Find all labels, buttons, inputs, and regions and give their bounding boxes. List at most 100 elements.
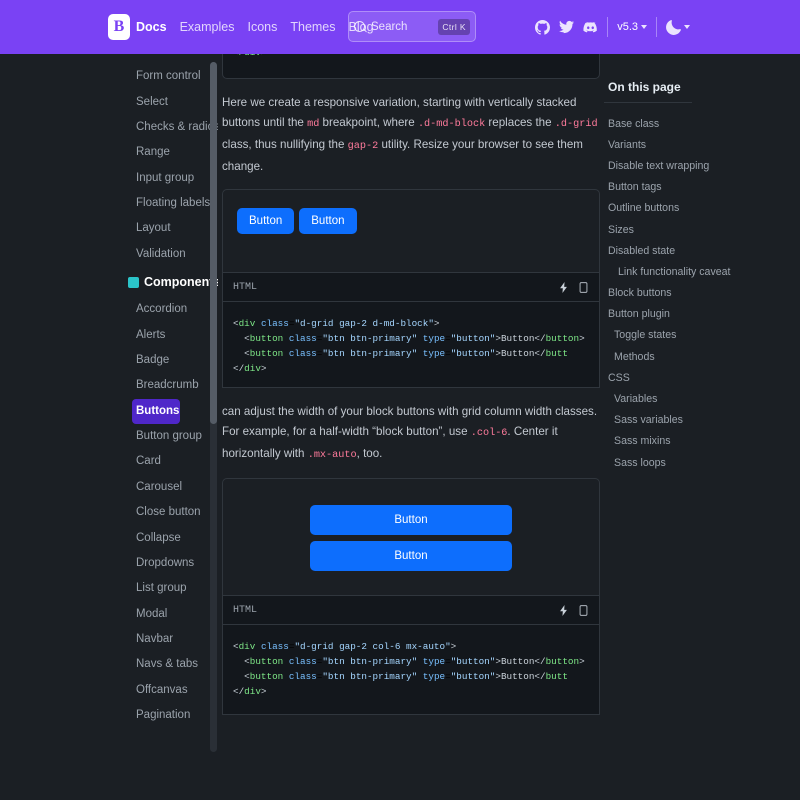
theme-toggle[interactable] — [666, 19, 690, 35]
para2-code-col-6: .col-6 — [470, 428, 508, 439]
discord-icon[interactable] — [583, 20, 598, 35]
paragraph-block-button-width: can adjust the width of your block butto… — [222, 402, 600, 466]
lightning-icon[interactable] — [558, 604, 569, 617]
toc-link-variants[interactable]: Variants — [604, 134, 800, 155]
nav-link-examples[interactable]: Examples — [180, 20, 235, 34]
sidebar-scrollbar-thumb[interactable] — [210, 62, 217, 424]
version-label: v5.3 — [617, 21, 638, 33]
sidebar-item-badge[interactable]: Badge — [0, 348, 210, 373]
theme-chevron-down-icon — [684, 25, 690, 29]
toc-link-sass-loops[interactable]: Sass loops — [604, 452, 800, 473]
nav-link-icons[interactable]: Icons — [247, 20, 277, 34]
sidebar-item-list-group[interactable]: List group — [0, 576, 210, 601]
sidebar-item-carousel[interactable]: Carousel — [0, 475, 210, 500]
sidebar-item-breadcrumb[interactable]: Breadcrumb — [0, 373, 210, 398]
version-selector[interactable]: v5.3 — [617, 21, 647, 33]
header-actions: v5.3 — [535, 0, 690, 54]
sidebar-item-offcanvas[interactable]: Offcanvas — [0, 678, 210, 703]
sidebar-item-validation[interactable]: Validation — [0, 242, 210, 267]
table-of-contents: On this page Base class Variants Disable… — [604, 54, 800, 800]
sidebar-item-accordion[interactable]: Accordion — [0, 297, 210, 322]
header-divider-1 — [607, 17, 609, 37]
para1-code-d-grid: .d-grid — [554, 119, 598, 130]
example2-button-stack: Button Button — [310, 505, 512, 571]
sidebar-item-collapse[interactable]: Collapse — [0, 525, 210, 550]
sidebar-item-dropdowns[interactable]: Dropdowns — [0, 551, 210, 576]
toc-link-disabled-state[interactable]: Disabled state — [604, 240, 800, 261]
search-input[interactable]: Search Ctrl K — [348, 11, 476, 42]
nav-link-themes[interactable]: Themes — [290, 20, 335, 34]
example1-button-2[interactable]: Button — [299, 208, 357, 234]
code-block-2-header: HTML — [222, 596, 600, 625]
sidebar-item-button-group[interactable]: Button group — [0, 424, 210, 449]
code-block-2-line-2: <button class="btn btn-primary" type="bu… — [244, 656, 585, 667]
twitter-icon[interactable] — [559, 20, 575, 35]
toc-link-block-buttons[interactable]: Block buttons — [604, 283, 800, 304]
code-block-1-actions — [558, 281, 589, 294]
example1-button-1[interactable]: Button — [237, 208, 295, 234]
code-block-2-actions — [558, 604, 589, 617]
sidebar-item-range[interactable]: Range — [0, 140, 210, 165]
top-navbar: B Docs Examples Icons Themes Blog Search… — [0, 0, 800, 54]
chevron-down-icon — [641, 25, 647, 29]
toc-link-disable-text-wrapping[interactable]: Disable text wrapping — [604, 155, 800, 176]
sidebar-item-alerts[interactable]: Alerts — [0, 322, 210, 347]
para1-code-d-md-block: .d-md-block — [417, 119, 486, 130]
para1-code-gap-2: gap-2 — [347, 141, 379, 152]
sidebar-item-floating-labels[interactable]: Floating labels — [0, 191, 210, 216]
sidebar-item-navs-tabs[interactable]: Navs & tabs — [0, 652, 210, 677]
example2-button-2[interactable]: Button — [310, 541, 512, 571]
sidebar-nav: Form control Select Checks & radios Rang… — [0, 54, 218, 728]
para2-part3: , too. — [356, 447, 383, 460]
toc-link-sass-mixins[interactable]: Sass mixins — [604, 431, 800, 452]
copy-icon[interactable] — [578, 281, 589, 294]
para1-part3: replaces the — [485, 116, 555, 129]
code-block-1-language: HTML — [233, 281, 258, 293]
code-block-1-body: <div class="d-grid gap-2 d-md-block"> <b… — [222, 302, 600, 388]
toc-link-variables[interactable]: Variables — [604, 388, 800, 409]
sidebar-item-navbar[interactable]: Navbar — [0, 627, 210, 652]
toc-link-sizes[interactable]: Sizes — [604, 219, 800, 240]
sidebar-scrollbar[interactable] — [210, 62, 217, 752]
example1-button-row: Button Button — [237, 208, 585, 234]
example2-button-1[interactable]: Button — [310, 505, 512, 535]
sidebar-group-components[interactable]: Components — [0, 267, 218, 297]
para2-code-mx-auto: .mx-auto — [307, 450, 357, 461]
sidebar-item-modal[interactable]: Modal — [0, 602, 210, 627]
code-block-2-body: <div class="d-grid gap-2 col-6 mx-auto">… — [222, 625, 600, 715]
main-content: </div> Here we create a responsive varia… — [222, 54, 600, 800]
toc-divider — [604, 102, 692, 103]
primary-nav: Docs Examples Icons Themes Blog — [136, 20, 374, 34]
sidebar-item-card[interactable]: Card — [0, 449, 210, 474]
nav-link-docs[interactable]: Docs — [136, 20, 167, 34]
toc-link-base-class[interactable]: Base class — [604, 113, 800, 134]
toc-link-link-functionality-caveat[interactable]: Link functionality caveat — [604, 261, 800, 282]
code-block-2-line-4: </div> — [233, 686, 267, 697]
sidebar-item-input-group[interactable]: Input group — [0, 166, 210, 191]
search-placeholder: Search — [371, 20, 408, 33]
toc-link-button-plugin[interactable]: Button plugin — [604, 304, 800, 325]
brand[interactable]: B — [108, 14, 130, 40]
sidebar-item-checks-radios[interactable]: Checks & radios — [0, 115, 218, 140]
components-icon — [128, 276, 139, 288]
toc-link-sass-variables[interactable]: Sass variables — [604, 410, 800, 431]
sidebar-item-select[interactable]: Select — [0, 89, 210, 114]
para1-code-md: md — [307, 119, 320, 130]
toc-link-outline-buttons[interactable]: Outline buttons — [604, 198, 800, 219]
toc-link-toggle-states[interactable]: Toggle states — [604, 325, 800, 346]
sidebar-item-buttons[interactable]: Buttons — [132, 398, 180, 424]
toc-link-css[interactable]: CSS — [604, 367, 800, 388]
toc-link-methods[interactable]: Methods — [604, 346, 800, 367]
github-icon[interactable] — [535, 19, 551, 35]
sidebar-item-close-button[interactable]: Close button — [0, 500, 210, 525]
toc-link-button-tags[interactable]: Button tags — [604, 177, 800, 198]
lightning-icon[interactable] — [558, 281, 569, 294]
copy-icon[interactable] — [578, 604, 589, 617]
sidebar-item-pagination[interactable]: Pagination — [0, 703, 210, 728]
sidebar: Form control Select Checks & radios Rang… — [0, 54, 218, 800]
para1-part4: class, thus nullifying the — [222, 138, 348, 151]
bootstrap-logo-icon: B — [108, 14, 130, 40]
sidebar-item-layout[interactable]: Layout — [0, 216, 210, 241]
sidebar-item-form-control[interactable]: Form control — [0, 64, 210, 89]
code-block-1-line-1: <div class="d-grid gap-2 d-md-block"> — [233, 318, 440, 329]
